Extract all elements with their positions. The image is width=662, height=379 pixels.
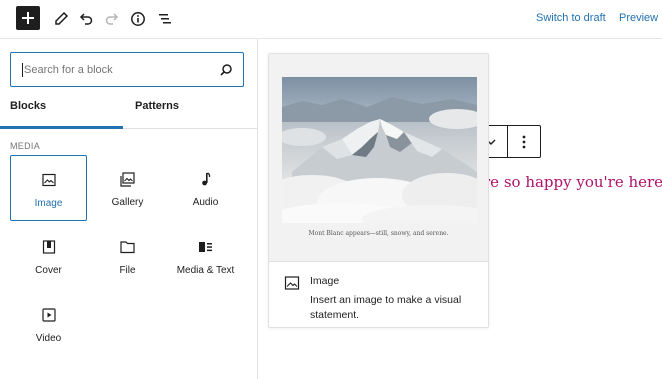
preview-divider	[269, 261, 488, 262]
block-search-box	[10, 52, 244, 87]
undo-button[interactable]	[73, 6, 99, 32]
toolbar-divider	[507, 126, 508, 157]
list-view-button[interactable]	[152, 6, 178, 32]
info-icon	[131, 12, 145, 26]
canvas-paragraph-text[interactable]: e're so happy you're here	[470, 173, 662, 191]
block-item-file[interactable]: File	[89, 223, 166, 289]
block-item-media-text[interactable]: Media & Text	[167, 223, 244, 289]
tab-blocks[interactable]: Blocks	[10, 100, 46, 128]
editor-top-toolbar: Switch to draft Preview	[0, 0, 662, 39]
add-block-button[interactable]	[16, 6, 40, 30]
block-item-video[interactable]: Video	[10, 291, 87, 357]
block-item-label: Video	[35, 333, 62, 344]
block-preview-example: Mont Blanc appears—still, snowy, and ser…	[269, 54, 488, 261]
block-item-label: File	[119, 265, 136, 276]
list-view-icon	[159, 14, 171, 24]
gallery-icon	[120, 171, 136, 187]
media-text-icon	[198, 239, 214, 255]
block-item-label: Media & Text	[176, 265, 235, 276]
pencil-icon	[55, 11, 69, 25]
redo-icon	[105, 13, 119, 25]
tools-button[interactable]	[48, 6, 74, 32]
block-search-input[interactable]	[23, 63, 204, 76]
preview-block-description: Insert an image to make a visual stateme…	[310, 294, 462, 321]
block-item-label: Image	[34, 198, 63, 209]
switch-to-draft-link[interactable]: Switch to draft	[536, 12, 606, 24]
media-section-label: MEDIA	[10, 141, 41, 151]
image-icon	[41, 172, 57, 188]
block-inserter-panel: Blocks Patterns MEDIA Image Gallery Audi…	[0, 39, 258, 379]
cover-icon	[41, 239, 57, 255]
image-icon	[284, 276, 300, 290]
details-button[interactable]	[125, 6, 151, 32]
block-item-gallery[interactable]: Gallery	[89, 155, 166, 221]
more-options-button[interactable]	[514, 132, 534, 152]
block-item-label: Cover	[35, 265, 62, 276]
undo-icon	[79, 13, 93, 25]
active-tab-indicator	[0, 126, 123, 129]
video-icon	[41, 307, 57, 323]
search-icon	[220, 64, 232, 76]
plus-icon	[22, 12, 34, 24]
tab-patterns[interactable]: Patterns	[135, 100, 179, 128]
image-caption: Mont Blanc appears—still, snowy, and ser…	[308, 230, 449, 237]
preview-block-title: Image	[310, 275, 340, 287]
audio-icon	[198, 171, 214, 187]
block-item-image[interactable]: Image	[10, 155, 87, 221]
more-vertical-icon	[522, 135, 526, 149]
redo-button[interactable]	[99, 6, 125, 32]
preview-link[interactable]: Preview	[619, 12, 658, 24]
block-item-label: Audio	[192, 197, 219, 208]
block-item-audio[interactable]: Audio	[167, 155, 244, 221]
block-item-label: Gallery	[111, 197, 144, 208]
file-icon	[120, 239, 136, 255]
block-item-cover[interactable]: Cover	[10, 223, 87, 289]
block-preview-card: Mont Blanc appears—still, snowy, and ser…	[268, 53, 489, 328]
mountain-photo	[282, 77, 477, 223]
